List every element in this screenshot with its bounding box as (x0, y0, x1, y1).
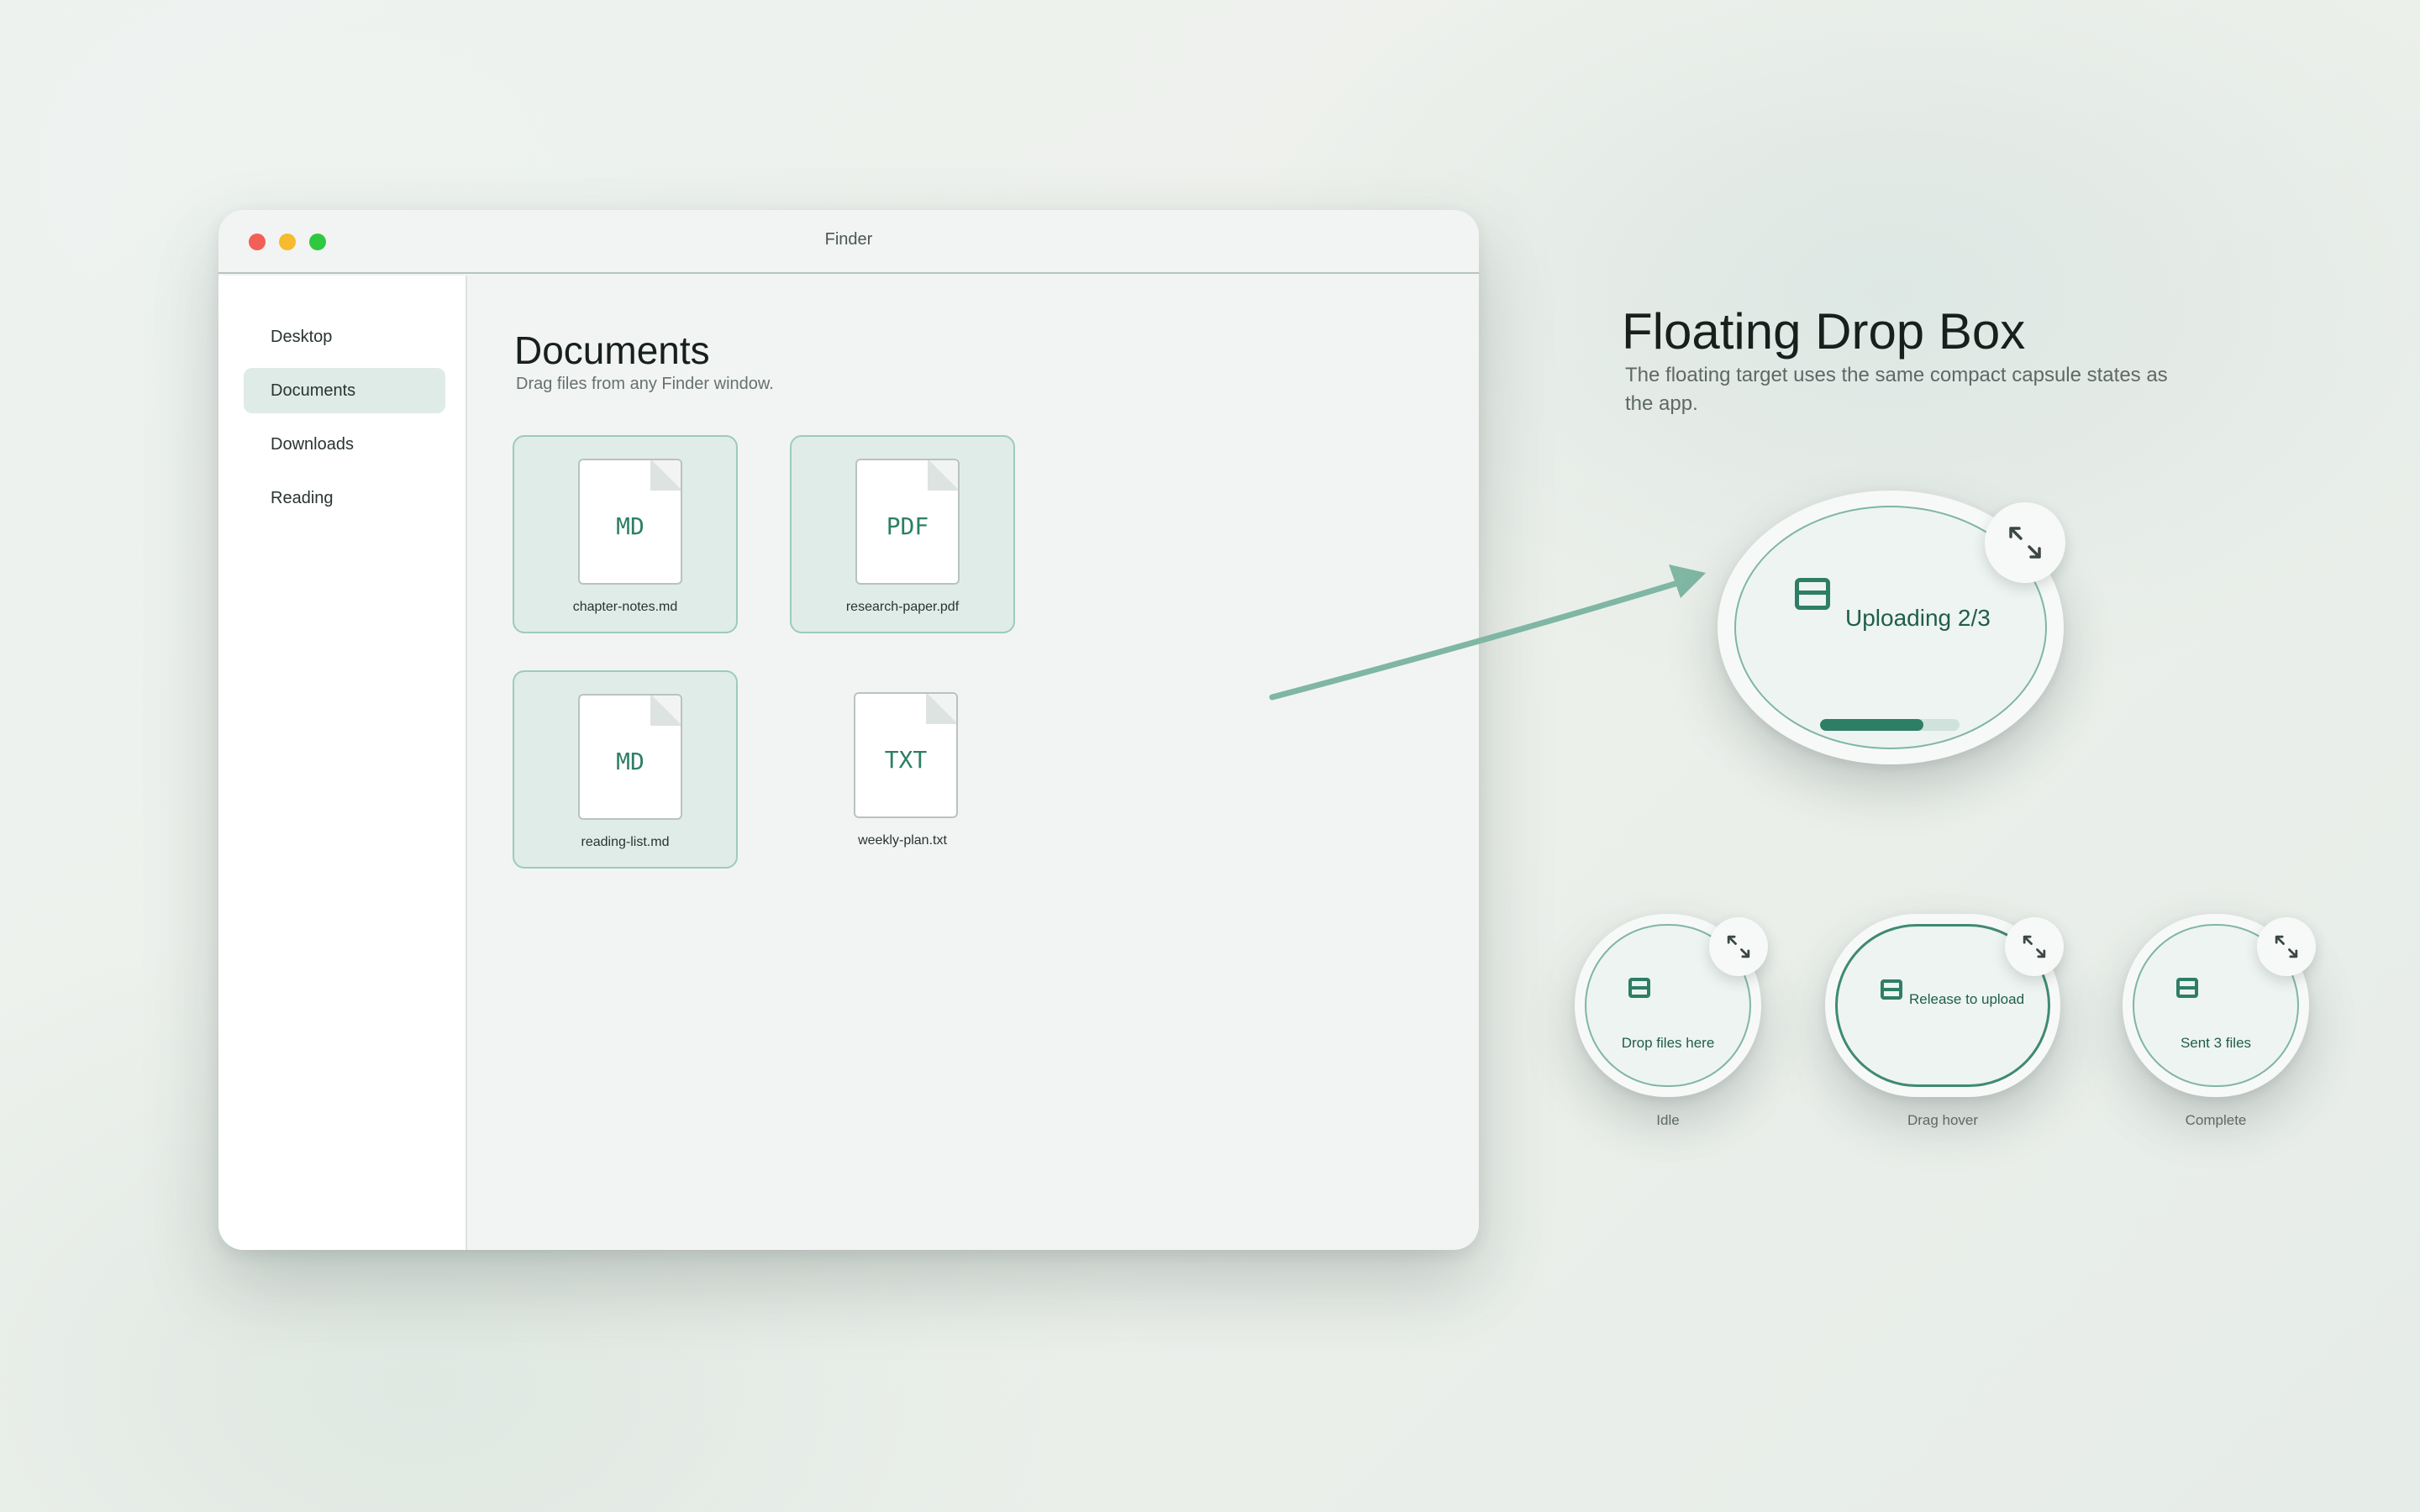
drop-box-capsule-drag-hover[interactable]: Release to upload (1825, 914, 2064, 1097)
state-caption: Complete (2185, 1112, 2247, 1128)
page-title: Documents (514, 328, 710, 372)
file-type-label: TXT (884, 746, 928, 774)
document-icon: MD (578, 694, 682, 820)
section-title: Floating Drop Box (1622, 303, 2026, 360)
expand-button[interactable] (2005, 917, 2064, 976)
document-icon: PDF (855, 459, 960, 585)
state-label: Release to upload (1909, 991, 2025, 1007)
document-icon: TXT (854, 692, 958, 818)
window-title: Finder (824, 230, 873, 249)
sidebar: Desktop Documents Downloads Reading (218, 276, 467, 1250)
state-label: Drop files here (1621, 1035, 1715, 1051)
document-icon: MD (578, 459, 682, 585)
expand-button[interactable] (1985, 502, 2065, 583)
finder-window: Finder Desktop Documents Downloads Readi… (218, 210, 1479, 1250)
upload-status-label: Uploading 2/3 (1845, 605, 1991, 631)
file-item[interactable]: MD chapter-notes.md (513, 435, 738, 633)
tray-icon (2176, 978, 2198, 998)
file-name: reading-list.md (581, 835, 670, 849)
section-subtitle: The floating target uses the same compac… (1625, 364, 2168, 415)
drop-box-capsule-idle[interactable]: Drop files here (1575, 914, 1768, 1097)
sidebar-item-documents[interactable]: Documents (244, 368, 445, 413)
file-item[interactable]: MD reading-list.md (513, 670, 738, 869)
state-idle: Drop files here Idle (1575, 914, 1768, 1128)
tray-icon (1881, 979, 1902, 1000)
expand-arrows-icon (1727, 935, 1750, 958)
tray-icon (1628, 978, 1650, 998)
file-type-label: MD (616, 748, 644, 775)
state-label: Sent 3 files (2180, 1035, 2252, 1051)
file-type-label: MD (616, 512, 644, 540)
expand-arrows-icon (2023, 935, 2046, 958)
file-name: research-paper.pdf (845, 600, 960, 614)
drop-box-capsule-complete[interactable]: Sent 3 files (2123, 914, 2316, 1097)
file-browser: Documents Drag files from any Finder win… (469, 276, 1479, 1250)
expand-button[interactable] (2257, 917, 2316, 976)
upload-progress-fill (1820, 719, 1923, 731)
file-item[interactable]: PDF research-paper.pdf (790, 435, 1015, 633)
sidebar-item-desktop[interactable]: Desktop (244, 314, 445, 360)
state-caption: Idle (1656, 1112, 1680, 1128)
title-bar: Finder (218, 210, 1479, 274)
file-item[interactable]: TXT weekly-plan.txt (790, 670, 1015, 869)
expand-arrows-icon (2275, 935, 2298, 958)
expand-arrows-icon (2009, 527, 2041, 559)
expand-button[interactable] (1709, 917, 1768, 976)
page-subtitle: Drag files from any Finder window. (516, 375, 774, 393)
state-complete: Sent 3 files Complete (2123, 914, 2316, 1128)
tray-icon (1795, 578, 1830, 610)
drop-box-capsule-uploading[interactable]: Uploading 2/3 (1718, 491, 2065, 764)
file-type-label: PDF (886, 512, 929, 540)
sidebar-item-reading[interactable]: Reading (244, 475, 445, 521)
sidebar-item-downloads[interactable]: Downloads (244, 422, 445, 467)
file-name: chapter-notes.md (572, 600, 678, 614)
state-drag-hover: Release to upload Drag hover (1825, 914, 2064, 1128)
upload-progress-bar (1820, 719, 1960, 731)
file-name: weekly-plan.txt (858, 833, 947, 848)
state-caption: Drag hover (1907, 1112, 1979, 1128)
